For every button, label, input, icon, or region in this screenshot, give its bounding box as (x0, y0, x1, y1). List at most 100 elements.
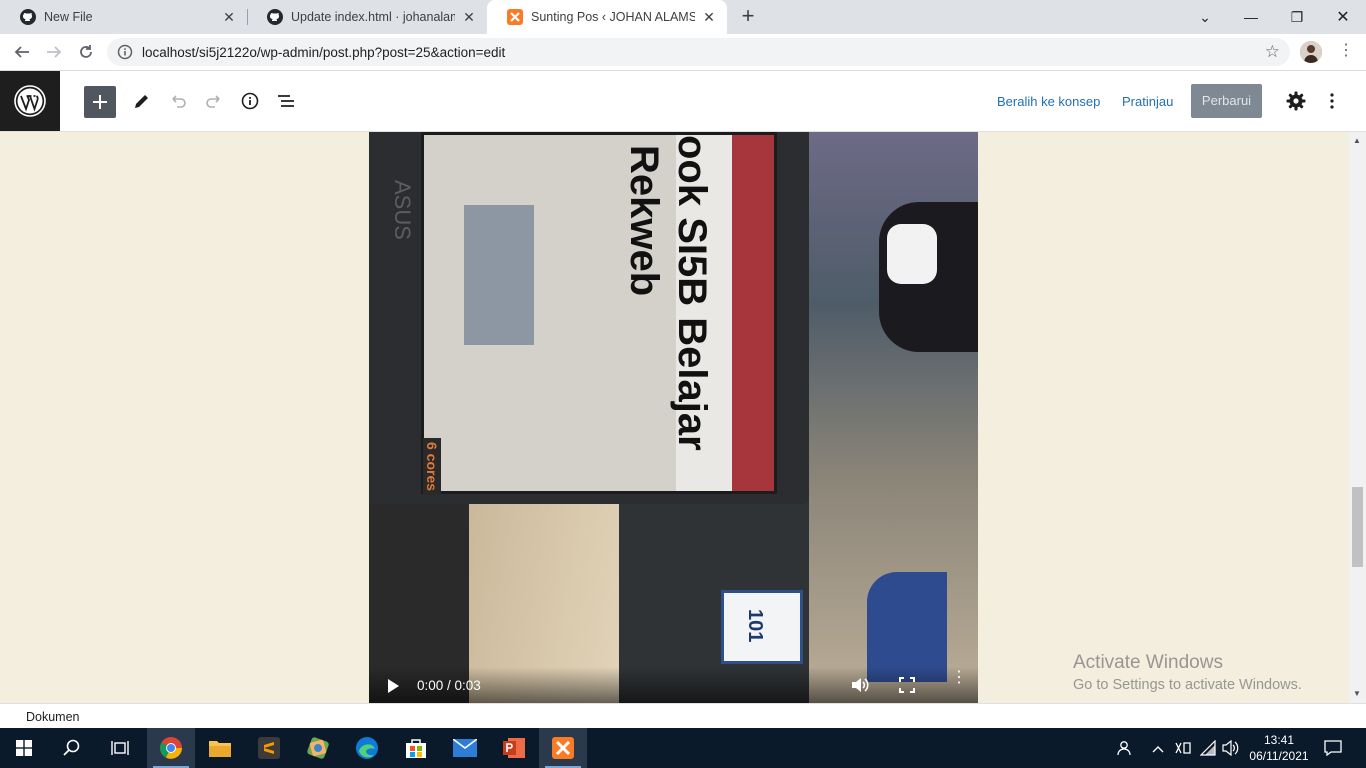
play-icon[interactable] (388, 679, 399, 693)
close-icon[interactable]: ✕ (701, 9, 717, 26)
tab-label: New File (44, 10, 93, 24)
add-block-button[interactable] (84, 86, 116, 118)
tab-update-index[interactable]: Update index.html · johanalamsyah ✕ (247, 0, 487, 34)
back-button[interactable] (8, 38, 36, 66)
redo-icon (206, 95, 220, 108)
video-frame-person-shirt (867, 572, 947, 682)
tools-button[interactable] (130, 89, 154, 113)
fullscreen-icon[interactable] (899, 677, 915, 693)
video-frame-card: 101 (721, 590, 803, 664)
reload-icon (80, 45, 92, 58)
options-button[interactable] (1320, 89, 1344, 113)
video-time: 0:00 / 0:03 (417, 678, 481, 693)
task-view-button[interactable] (96, 728, 144, 768)
bookmark-star-icon[interactable]: ☆ (1265, 42, 1280, 62)
list-view-icon (278, 95, 294, 107)
more-vertical-icon (1330, 93, 1334, 109)
wifi-icon[interactable] (1199, 739, 1218, 759)
close-icon[interactable]: ✕ (221, 9, 237, 26)
info-icon[interactable] (117, 44, 133, 60)
search-button[interactable] (48, 728, 96, 768)
info-icon (241, 92, 259, 110)
taskbar-edge[interactable] (343, 728, 391, 768)
breadcrumb-document[interactable]: Dokumen (26, 710, 80, 724)
video-sticker: 6 cores (423, 438, 441, 496)
people-icon[interactable] (1116, 740, 1132, 759)
github-icon (267, 9, 283, 25)
activation-subtitle: Go to Settings to activate Windows. (1073, 677, 1302, 693)
github-icon (20, 9, 36, 25)
video-brand: ASUS (390, 180, 415, 240)
powerpoint-icon (503, 738, 525, 758)
xampp-icon (507, 9, 523, 25)
speaker-icon (1222, 739, 1239, 757)
undo-icon (172, 95, 186, 108)
taskbar-app[interactable] (294, 728, 342, 768)
vertical-scrollbar[interactable]: ▲ ▼ (1349, 132, 1366, 703)
block-breadcrumb-bar: Dokumen (0, 703, 1366, 728)
new-tab-button[interactable]: + (737, 5, 759, 28)
update-button[interactable]: Perbarui (1191, 84, 1262, 118)
plus-icon (93, 95, 107, 109)
start-button[interactable] (0, 728, 48, 768)
tab-sunting-pos[interactable]: Sunting Pos ‹ JOHAN ALAMSYAH ✕ (487, 0, 727, 34)
chevron-up-icon (1152, 746, 1164, 753)
keyboard-language-icon (1175, 742, 1191, 754)
notification-icon (1324, 740, 1342, 757)
reload-button[interactable] (72, 38, 100, 66)
video-block[interactable]: 101 ook SI5B Belajar Rekweb ASUS 6 cores… (369, 132, 978, 703)
tab-search-icon[interactable]: ⌄ (1182, 0, 1228, 34)
taskbar-mail[interactable] (441, 728, 489, 768)
address-bar[interactable]: localhost/si5j2122o/wp-admin/post.php?po… (107, 38, 1290, 66)
url-text[interactable]: localhost/si5j2122o/wp-admin/post.php?po… (142, 45, 505, 60)
settings-button[interactable] (1284, 89, 1308, 113)
volume-icon[interactable] (851, 677, 869, 693)
close-icon[interactable]: ✕ (461, 9, 477, 26)
arrow-left-icon (14, 46, 29, 58)
clock-date: 06/11/2021 (1249, 749, 1309, 763)
scroll-up-icon[interactable]: ▲ (1353, 136, 1361, 145)
taskbar-xampp[interactable] (539, 728, 587, 768)
preview-button[interactable]: Pratinjau (1122, 94, 1173, 109)
browser-menu-icon[interactable]: ⋮ (1338, 40, 1354, 60)
person-icon (1117, 741, 1131, 756)
search-icon (63, 739, 80, 756)
volume-icon[interactable] (1222, 739, 1240, 759)
tab-new-file[interactable]: New File ✕ (0, 0, 247, 34)
scroll-down-icon[interactable]: ▼ (1353, 689, 1361, 698)
taskbar-file-explorer[interactable] (196, 728, 244, 768)
taskbar-clock[interactable]: 13:41 06/11/2021 (1248, 732, 1310, 764)
details-button[interactable] (238, 89, 262, 113)
chrome-icon (160, 737, 182, 759)
video-frame-laptop: ook SI5B Belajar Rekweb ASUS 6 cores (369, 132, 809, 504)
folder-icon (209, 741, 231, 757)
scrollbar-thumb[interactable] (1352, 487, 1363, 567)
minimize-button[interactable]: — (1228, 0, 1274, 34)
editor-header: Beralih ke konsep Pratinjau Perbarui (0, 71, 1366, 132)
wordpress-logo-button[interactable] (0, 71, 60, 131)
taskbar-chrome[interactable] (147, 728, 195, 768)
taskbar-store[interactable] (392, 728, 440, 768)
switch-to-draft-button[interactable]: Beralih ke konsep (997, 94, 1100, 109)
list-view-button[interactable] (274, 89, 298, 113)
windows-taskbar: 13:41 06/11/2021 (0, 728, 1366, 768)
sublime-text-icon (258, 737, 280, 759)
video-controls: 0:00 / 0:03 ⋮ (369, 667, 978, 703)
browser-tab-strip: New File ✕ Update index.html · johanalam… (0, 0, 1366, 34)
ime-icon[interactable] (1174, 740, 1192, 759)
clock-time: 13:41 (1263, 733, 1295, 747)
taskbar-sublime[interactable] (245, 728, 293, 768)
restore-button[interactable]: ❐ (1274, 0, 1320, 34)
redo-button[interactable] (202, 89, 226, 113)
wifi-icon (1199, 739, 1216, 756)
chevron-up-icon[interactable] (1152, 741, 1164, 756)
browser-toolbar: localhost/si5j2122o/wp-admin/post.php?po… (0, 34, 1366, 71)
forward-button[interactable] (40, 38, 68, 66)
notifications-icon[interactable] (1324, 740, 1342, 759)
profile-avatar[interactable] (1300, 41, 1322, 63)
window-close-button[interactable]: ✕ (1320, 0, 1366, 34)
editor-canvas: 101 ook SI5B Belajar Rekweb ASUS 6 cores… (0, 132, 1349, 703)
more-vertical-icon[interactable]: ⋮ (951, 670, 967, 686)
undo-button[interactable] (166, 89, 190, 113)
taskbar-powerpoint[interactable] (490, 728, 538, 768)
